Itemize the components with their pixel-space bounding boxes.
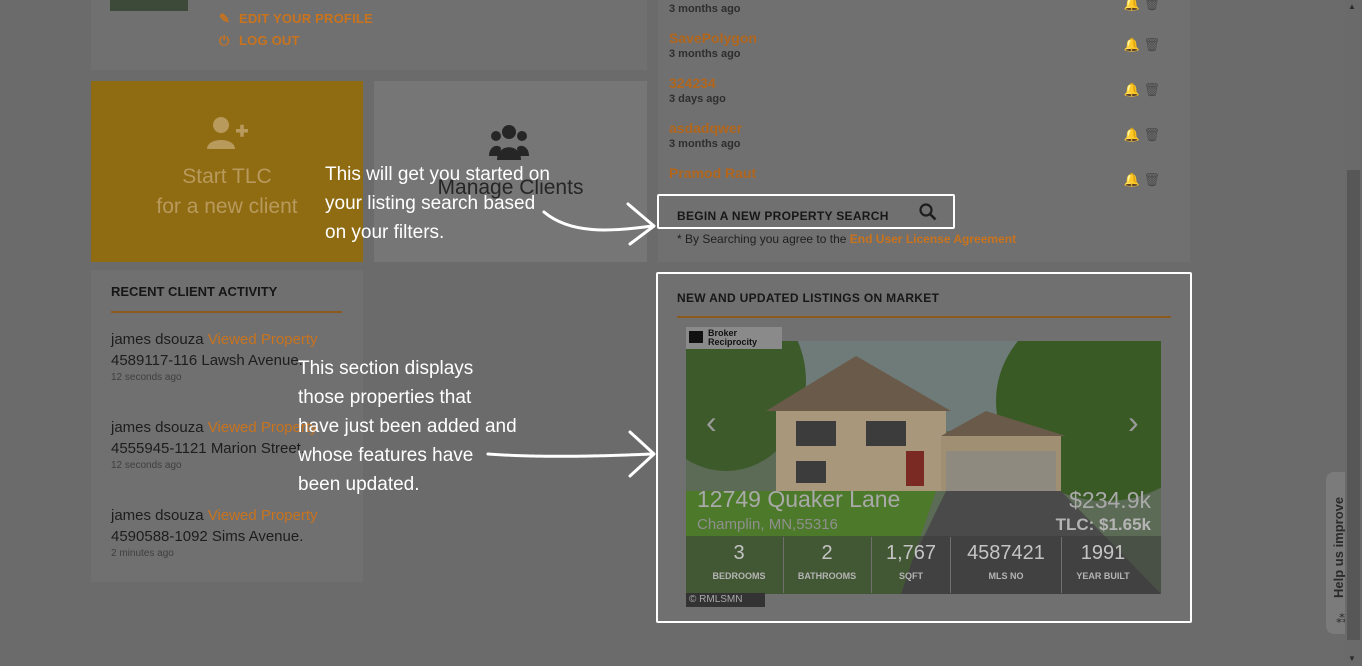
divider [871,537,872,593]
eula-link[interactable]: End User License Agreement [850,232,1016,246]
listing-city: Champlin, MN,55316 [697,516,838,533]
bell-icon[interactable]: 🔔 [1124,82,1140,97]
section-title: RECENT CLIENT ACTIVITY [111,284,278,299]
listing-address[interactable]: 12749 Quaker Lane [697,486,900,513]
saved-search-item[interactable]: 3 months ago [669,3,741,15]
photo-watermark: © RMLSMN [686,593,765,607]
scroll-up-icon[interactable]: ▲ [1348,2,1356,11]
edit-profile-link[interactable]: ✎ EDIT YOUR PROFILE [219,11,373,27]
bell-icon[interactable]: 🔔 [1124,127,1140,142]
listing-price: $234.9k [1069,487,1151,513]
annotation-arrow-icon [542,202,656,246]
stat-bathrooms: 2 BATHROOMS [797,542,857,581]
search-annotation: This will get you started on your listin… [325,164,550,243]
saved-search-item[interactable]: SavePolygon 3 months ago [669,30,757,60]
divider [677,316,1171,318]
trash-icon[interactable]: 🗑 [1143,172,1160,187]
users-icon [489,125,529,160]
trash-icon[interactable]: 🗑 [1143,37,1160,52]
saved-search-item[interactable]: 324234 3 days ago [669,75,726,105]
house-icon [689,331,703,343]
bell-icon[interactable]: 🔔 [1124,0,1140,11]
saved-search-actions: 🔔 🗑 [1124,82,1160,98]
saved-search-actions: 🔔 🗑 [1124,37,1160,53]
listing-tlc: TLC: $1.65k [1055,515,1151,534]
broker-reciprocity-logo: Broker Reciprocity [686,327,782,349]
begin-property-search-button[interactable]: BEGIN A NEW PROPERTY SEARCH [657,194,955,229]
eula-notice: * By Searching you agree to the End User… [677,232,1017,246]
section-title: NEW AND UPDATED LISTINGS ON MARKET [677,291,940,305]
avatar [110,0,188,11]
trash-icon[interactable]: 🗑 [1143,0,1160,11]
stat-mls-no: 4587421 MLS NO [967,542,1045,581]
activity-item: james dsouza Viewed Property 4590588-109… [111,505,346,561]
divider [111,311,342,313]
stat-year-built: 1991 YEAR BUILT [1076,542,1130,581]
tile-title: Start TLC [182,165,272,188]
bell-icon[interactable]: 🔔 [1124,37,1140,52]
saved-search-item[interactable]: asdadqwer 3 months ago [669,120,742,150]
stat-bedrooms: 3 BEDROOMS [712,542,766,581]
trash-icon[interactable]: 🗑 [1143,127,1160,142]
activity-time: 2 minutes ago [111,548,174,559]
divider [1061,537,1062,593]
saved-search-actions: 🔔 🗑 [1124,127,1160,143]
search-icon [919,203,937,221]
divider [783,537,784,593]
trash-icon[interactable]: 🗑 [1143,82,1160,97]
saved-search-actions: 🔔 🗑 [1124,172,1160,188]
saved-search-item[interactable]: Pramod Raut [669,165,756,183]
add-user-icon [207,117,248,149]
power-icon: ⏻ [219,33,230,48]
scroll-down-icon[interactable]: ▼ [1348,654,1356,663]
stat-sqft: 1,767 SQFT [885,542,937,581]
pencil-icon: ✎ [219,11,231,26]
divider [950,537,951,593]
saved-search-actions: 🔔 🗑 [1124,0,1160,12]
activity-action-link[interactable]: Viewed Property [208,507,318,524]
logout-link[interactable]: ⏻ LOG OUT [219,33,300,49]
tile-subtitle: for a new client [156,195,298,218]
carousel-prev-icon[interactable]: ‹ [706,404,717,441]
start-tlc-tile[interactable]: Start TLC for a new client [91,81,363,262]
activity-action-link[interactable]: Viewed Property [208,331,318,348]
bell-icon[interactable]: 🔔 [1124,172,1140,187]
carousel-next-icon[interactable]: › [1128,404,1139,441]
annotation-arrow-icon [486,430,656,478]
scrollbar-thumb[interactable] [1347,170,1360,640]
